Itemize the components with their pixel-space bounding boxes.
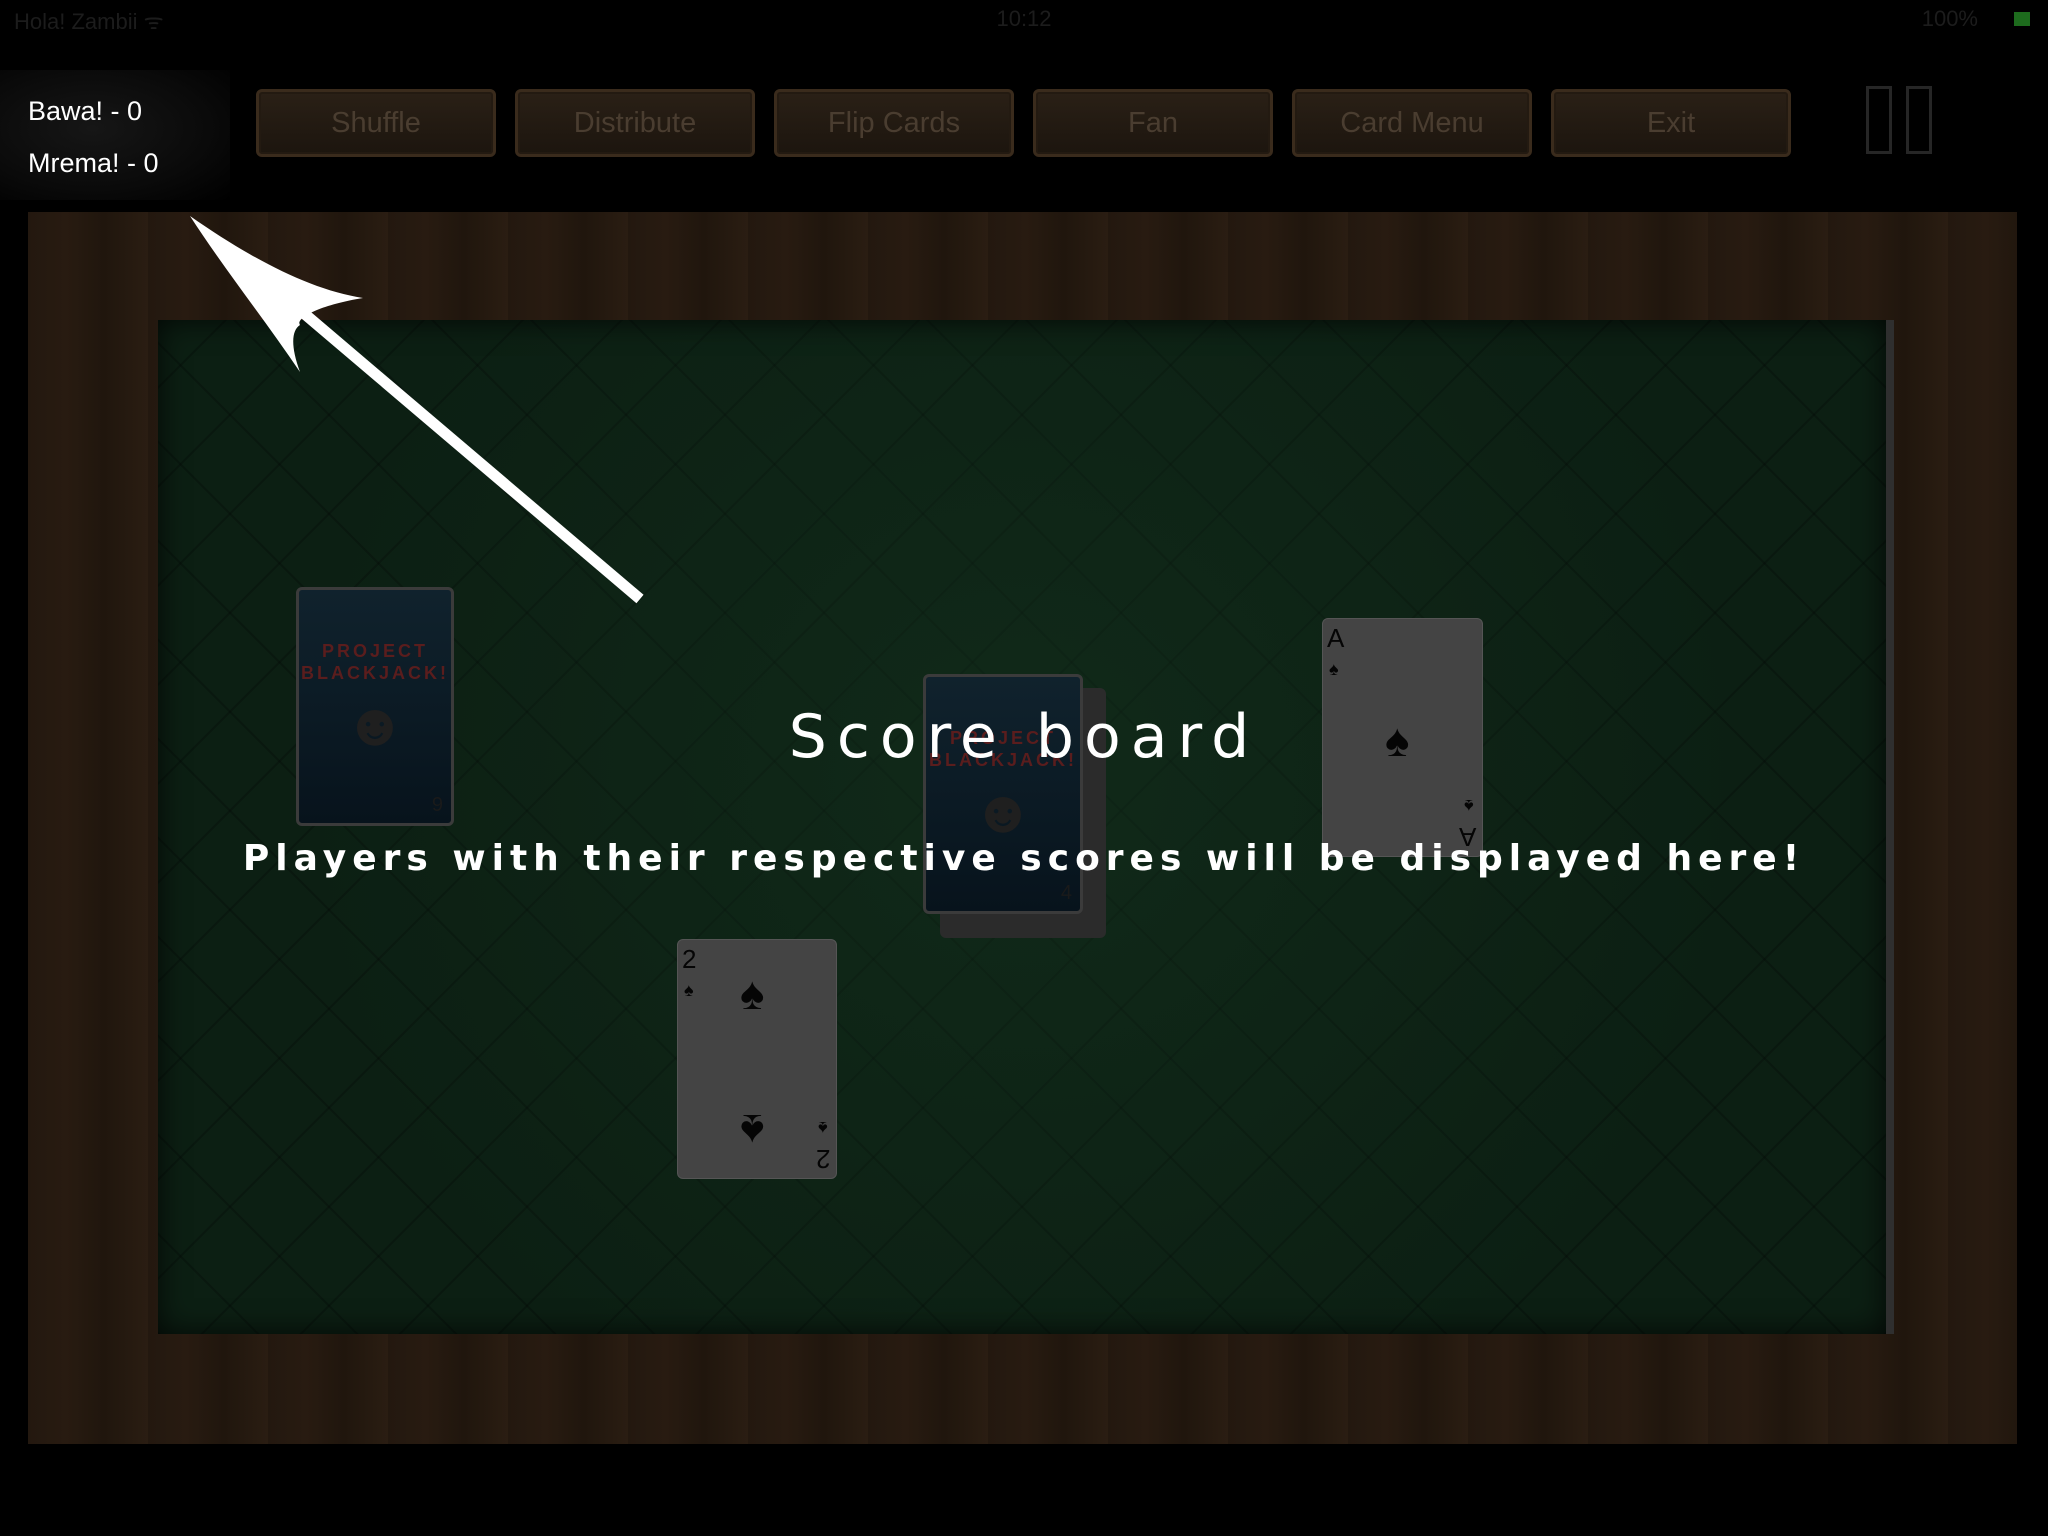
overlay-title: Score board bbox=[788, 702, 1260, 772]
overlay-subtitle: Players with their respective scores wil… bbox=[242, 838, 1806, 879]
